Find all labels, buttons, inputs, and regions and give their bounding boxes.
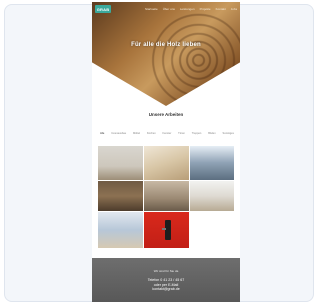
filter-tab[interactable]: Sonstiges <box>223 132 234 135</box>
project-image-white-room[interactable] <box>190 181 234 211</box>
nav-item[interactable]: Startseite <box>145 7 158 11</box>
project-image-living-room[interactable] <box>144 181 189 211</box>
contact-heading: Wir sind für Sie da <box>153 269 179 273</box>
filter-tab[interactable]: Böden <box>208 132 216 135</box>
nav-item[interactable]: Leistungen <box>180 7 195 11</box>
nav-item[interactable]: Projekte <box>200 7 211 11</box>
projects-title: Unsere Arbeiten <box>148 112 184 117</box>
nav-item[interactable]: Kontakt <box>216 7 226 11</box>
project-filters: Alle Innenausbau Möbel Küchen Fenster Tü… <box>100 130 234 136</box>
top-navigation: GRAB Startseite Über uns Leistungen Proj… <box>92 2 240 16</box>
project-image-kitchen[interactable] <box>190 146 234 180</box>
hero-title: Für alle die Holz lieben <box>131 42 201 48</box>
filter-tab[interactable]: Alle <box>100 132 104 135</box>
filter-tab[interactable]: Innenausbau <box>111 132 126 135</box>
contact-details: Telefon 0 41 23 / 45 67 oder per E-Mail … <box>92 278 240 292</box>
filter-tab[interactable]: Fenster <box>163 132 172 135</box>
project-image-dark-room[interactable] <box>98 181 143 211</box>
filter-tab[interactable]: Küchen <box>147 132 156 135</box>
project-image-interior[interactable] <box>98 146 143 180</box>
nav-item[interactable]: Jobs <box>231 7 237 11</box>
project-image-wood-detail[interactable] <box>144 146 189 180</box>
door-lock-icon <box>162 220 171 240</box>
site-logo[interactable]: GRAB <box>95 5 111 13</box>
contact-banner: Wir sind für Sie da Telefon 0 41 23 / 45… <box>92 258 240 302</box>
project-image-red-door[interactable] <box>144 212 189 248</box>
filter-tab[interactable]: Türen <box>178 132 185 135</box>
project-image-shelves[interactable] <box>98 212 143 248</box>
contact-email[interactable]: kontakt@grab.de <box>92 287 240 292</box>
filter-tab[interactable]: Möbel <box>133 132 140 135</box>
hero-wood-image <box>92 2 240 106</box>
nav-item[interactable]: Über uns <box>163 7 175 11</box>
website-preview: GRAB Startseite Über uns Leistungen Proj… <box>92 2 240 302</box>
nav-menu: Startseite Über uns Leistungen Projekte … <box>145 7 237 11</box>
filter-tab[interactable]: Treppen <box>192 132 202 135</box>
